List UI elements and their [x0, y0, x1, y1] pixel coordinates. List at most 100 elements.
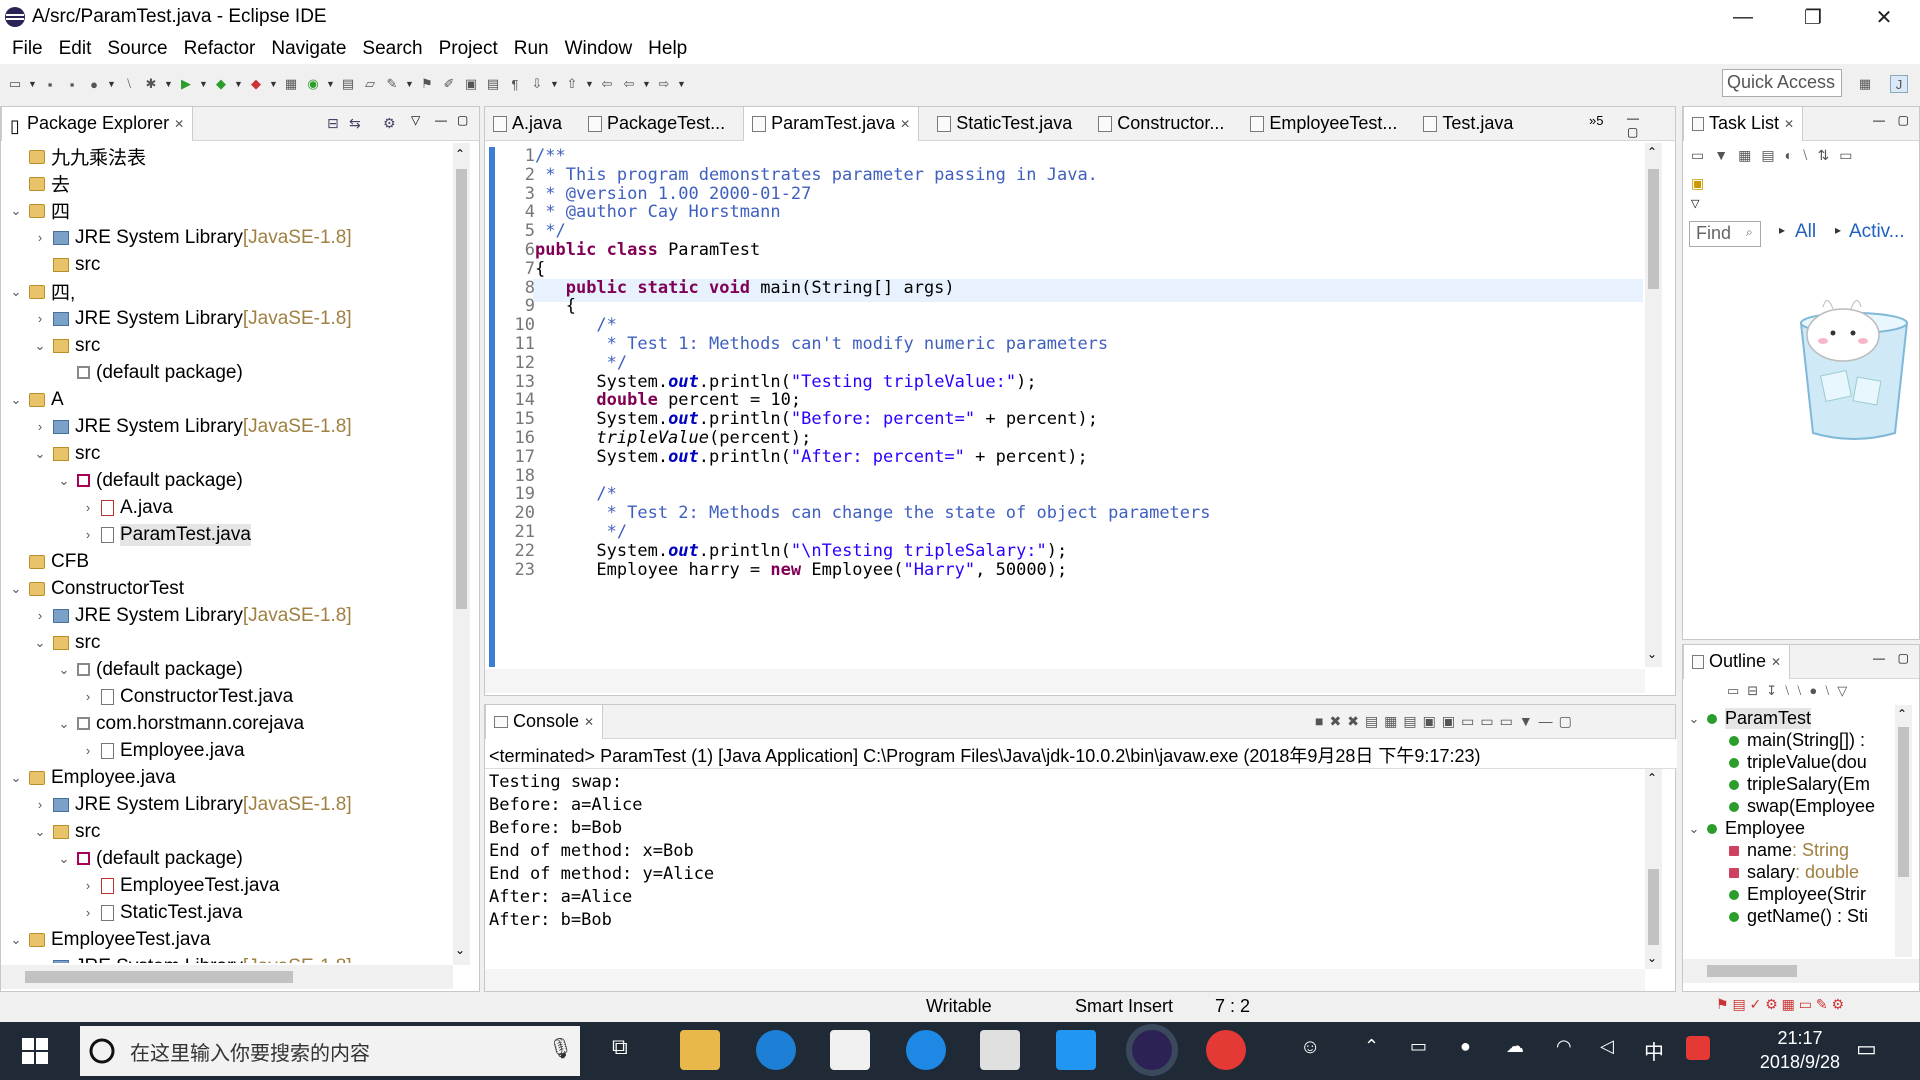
hide-local-icon[interactable]: ⧵	[1825, 683, 1837, 698]
tree-item[interactable]: › StaticTest.java	[81, 899, 243, 926]
tree-item[interactable]: ⌄ com.horstmann.corejava	[57, 710, 305, 737]
editor-tab[interactable]: Constructor...	[1090, 107, 1232, 141]
menu-search[interactable]: Search	[354, 38, 430, 60]
console-output[interactable]: Testing swap: Before: a=Alice Before: b=Bo…	[485, 769, 1645, 969]
tree-item[interactable]: › JRE System Library [JavaSE-1.8]	[33, 224, 352, 251]
chevron-right-icon[interactable]: ›	[81, 527, 95, 542]
tree-item[interactable]: › EmployeeTest.java	[81, 872, 280, 899]
back-dropdown-icon[interactable]: ▼	[642, 79, 651, 89]
code-editor[interactable]: 1/** 2 * This program demonstrates parame…	[485, 141, 1645, 667]
tree-item[interactable]: › JRE System Library [JavaSE-1.8]	[33, 413, 352, 440]
tree-item[interactable]: ⌄ 四	[9, 197, 70, 224]
new-dropdown-icon[interactable]: ▼	[28, 79, 37, 89]
maximize-view-icon[interactable]: ▢	[1559, 713, 1578, 729]
chevron-right-icon[interactable]: ›	[81, 500, 95, 515]
tree-item[interactable]: CFB	[9, 548, 89, 575]
chevron-down-icon[interactable]: ⌄	[33, 635, 47, 651]
show-stderr-icon[interactable]: ▣	[1442, 713, 1461, 729]
taskbar-clock[interactable]: 21:17 2018/9/28	[1760, 1026, 1840, 1074]
tree-item[interactable]: › JRE System Library [JavaSE-1.8]	[33, 602, 352, 629]
highlight-icon[interactable]: ✐	[440, 75, 458, 93]
external-tools-icon[interactable]: ◆	[247, 75, 265, 93]
tree-item[interactable]: ⌄ Employee.java	[9, 764, 176, 791]
link-editor-icon[interactable]: ⇆	[349, 115, 361, 132]
scroll-down-icon[interactable]: ⌄	[1647, 951, 1657, 965]
editor-tab[interactable]: Test.java	[1415, 107, 1521, 141]
wifi-icon[interactable]: ◠	[1556, 1036, 1572, 1057]
tree-item[interactable]: ⌄ EmployeeTest.java	[9, 926, 211, 953]
console-scroll-thumb[interactable]	[1648, 869, 1659, 945]
tree-item[interactable]: › ParamTest.java	[81, 521, 251, 548]
eclipse-taskbar-icon[interactable]	[1132, 1030, 1172, 1070]
new-task-icon[interactable]: ▭	[1691, 147, 1714, 163]
chevron-right-icon[interactable]: ›	[33, 230, 47, 245]
volume-icon[interactable]: ◁	[1600, 1036, 1614, 1057]
tree-item[interactable]: › ConstructorTest.java	[81, 683, 293, 710]
store-icon[interactable]	[830, 1030, 870, 1070]
menu-run[interactable]: Run	[506, 38, 557, 60]
chevron-down-icon[interactable]: ⌄	[9, 203, 23, 219]
tree-item[interactable]: 九九乘法表	[9, 143, 146, 170]
package-horizontal-scrollbar[interactable]	[1, 965, 453, 989]
tree-item[interactable]: ⌄ src	[33, 440, 101, 467]
sort-icon[interactable]: ↧	[1766, 683, 1785, 698]
collapse-all-icon[interactable]: ⊟	[327, 115, 339, 132]
notification-icon[interactable]: ▭	[1856, 1036, 1877, 1062]
chevron-down-icon[interactable]: ⌄	[9, 932, 23, 948]
debug-icon[interactable]: ●	[85, 75, 103, 93]
minimize-view-icon[interactable]: —	[1873, 651, 1885, 665]
console-vertical-scrollbar[interactable]: ⌃ ⌄	[1645, 769, 1662, 969]
chevron-right-icon[interactable]: ›	[33, 311, 47, 326]
task-view-icon[interactable]: ⧉	[612, 1034, 628, 1060]
microphone-icon[interactable]: 🎙	[548, 1036, 573, 1061]
word-wrap-icon[interactable]: ▤	[484, 75, 502, 93]
outline-item[interactable]: getName() : Sti	[1709, 903, 1868, 930]
run-dropdown-icon[interactable]: ▼	[199, 79, 208, 89]
minimize-view-icon[interactable]: —	[1627, 111, 1653, 125]
sogou-icon[interactable]	[906, 1030, 946, 1070]
chevron-down-icon[interactable]: ⌄	[57, 851, 71, 867]
menu-help[interactable]: Help	[640, 38, 695, 60]
bug-dropdown-icon[interactable]: ▼	[164, 79, 173, 89]
minimize-view-icon[interactable]: —	[435, 113, 447, 127]
tree-item[interactable]: ⌄ (default package)	[57, 845, 243, 872]
edge-browser-icon[interactable]	[756, 1030, 796, 1070]
quick-access-input[interactable]: Quick Access	[1722, 69, 1842, 97]
tab-outline[interactable]: Outline ✕	[1683, 644, 1791, 679]
people-icon[interactable]: ☺	[1300, 1036, 1320, 1059]
scroll-up-icon[interactable]: ⌃	[1647, 771, 1657, 785]
new-task-dropdown-icon[interactable]: ▼	[1714, 147, 1738, 163]
maximize-view-icon[interactable]: ▢	[1898, 113, 1909, 127]
activate-task-link[interactable]: Activ...	[1849, 221, 1905, 243]
open-perspective-icon[interactable]: ▦	[1856, 75, 1874, 93]
chevron-down-icon[interactable]: ⌄	[9, 581, 23, 597]
sogou-ime-icon[interactable]	[1686, 1036, 1710, 1060]
menu-navigate[interactable]: Navigate	[263, 38, 354, 60]
close-icon[interactable]: ✕	[1771, 655, 1781, 669]
forward-dropdown-icon[interactable]: ▼	[677, 79, 686, 89]
search-dropdown-icon[interactable]: ▼	[405, 79, 414, 89]
chevron-down-icon[interactable]: ⌄	[33, 824, 47, 840]
external-dropdown-icon[interactable]: ▼	[269, 79, 278, 89]
scroll-up-icon[interactable]: ⌃	[455, 147, 465, 161]
tray-chevron-icon[interactable]: ⌃	[1364, 1036, 1379, 1057]
chevron-down-icon[interactable]: ⌄	[9, 392, 23, 408]
chevron-down-icon[interactable]: ⌄	[33, 446, 47, 462]
ime-indicator[interactable]: 中	[1644, 1036, 1664, 1065]
open-console-icon[interactable]: ▭	[1500, 713, 1519, 729]
chevron-right-icon[interactable]: ›	[33, 959, 47, 963]
close-icon[interactable]: ✕	[1784, 117, 1794, 131]
tree-item[interactable]: ⌄ 四,	[9, 278, 76, 305]
debug-bug-icon[interactable]: ✱	[142, 75, 160, 93]
editor-tab[interactable]: ParamTest.java ✕	[743, 106, 920, 141]
tree-item[interactable]: (default package)	[57, 359, 243, 386]
tree-item[interactable]: › Employee.java	[81, 737, 245, 764]
maximize-view-icon[interactable]: ▢	[1627, 125, 1652, 139]
chevron-down-icon[interactable]: ⌄	[57, 662, 71, 678]
search-icon[interactable]: ✎	[383, 75, 401, 93]
task-repository-icon[interactable]: ▣	[1691, 175, 1704, 192]
tree-item[interactable]: › JRE System Library [JavaSE-1.8]	[33, 305, 352, 332]
status-tray-icons[interactable]: ⚑ ▤ ✓ ⚙ ▦ ▭ ✎ ⚙	[1716, 996, 1844, 1013]
hide-nonpublic-icon[interactable]: ●	[1809, 683, 1825, 698]
editor-tab[interactable]: A.java	[485, 107, 570, 141]
